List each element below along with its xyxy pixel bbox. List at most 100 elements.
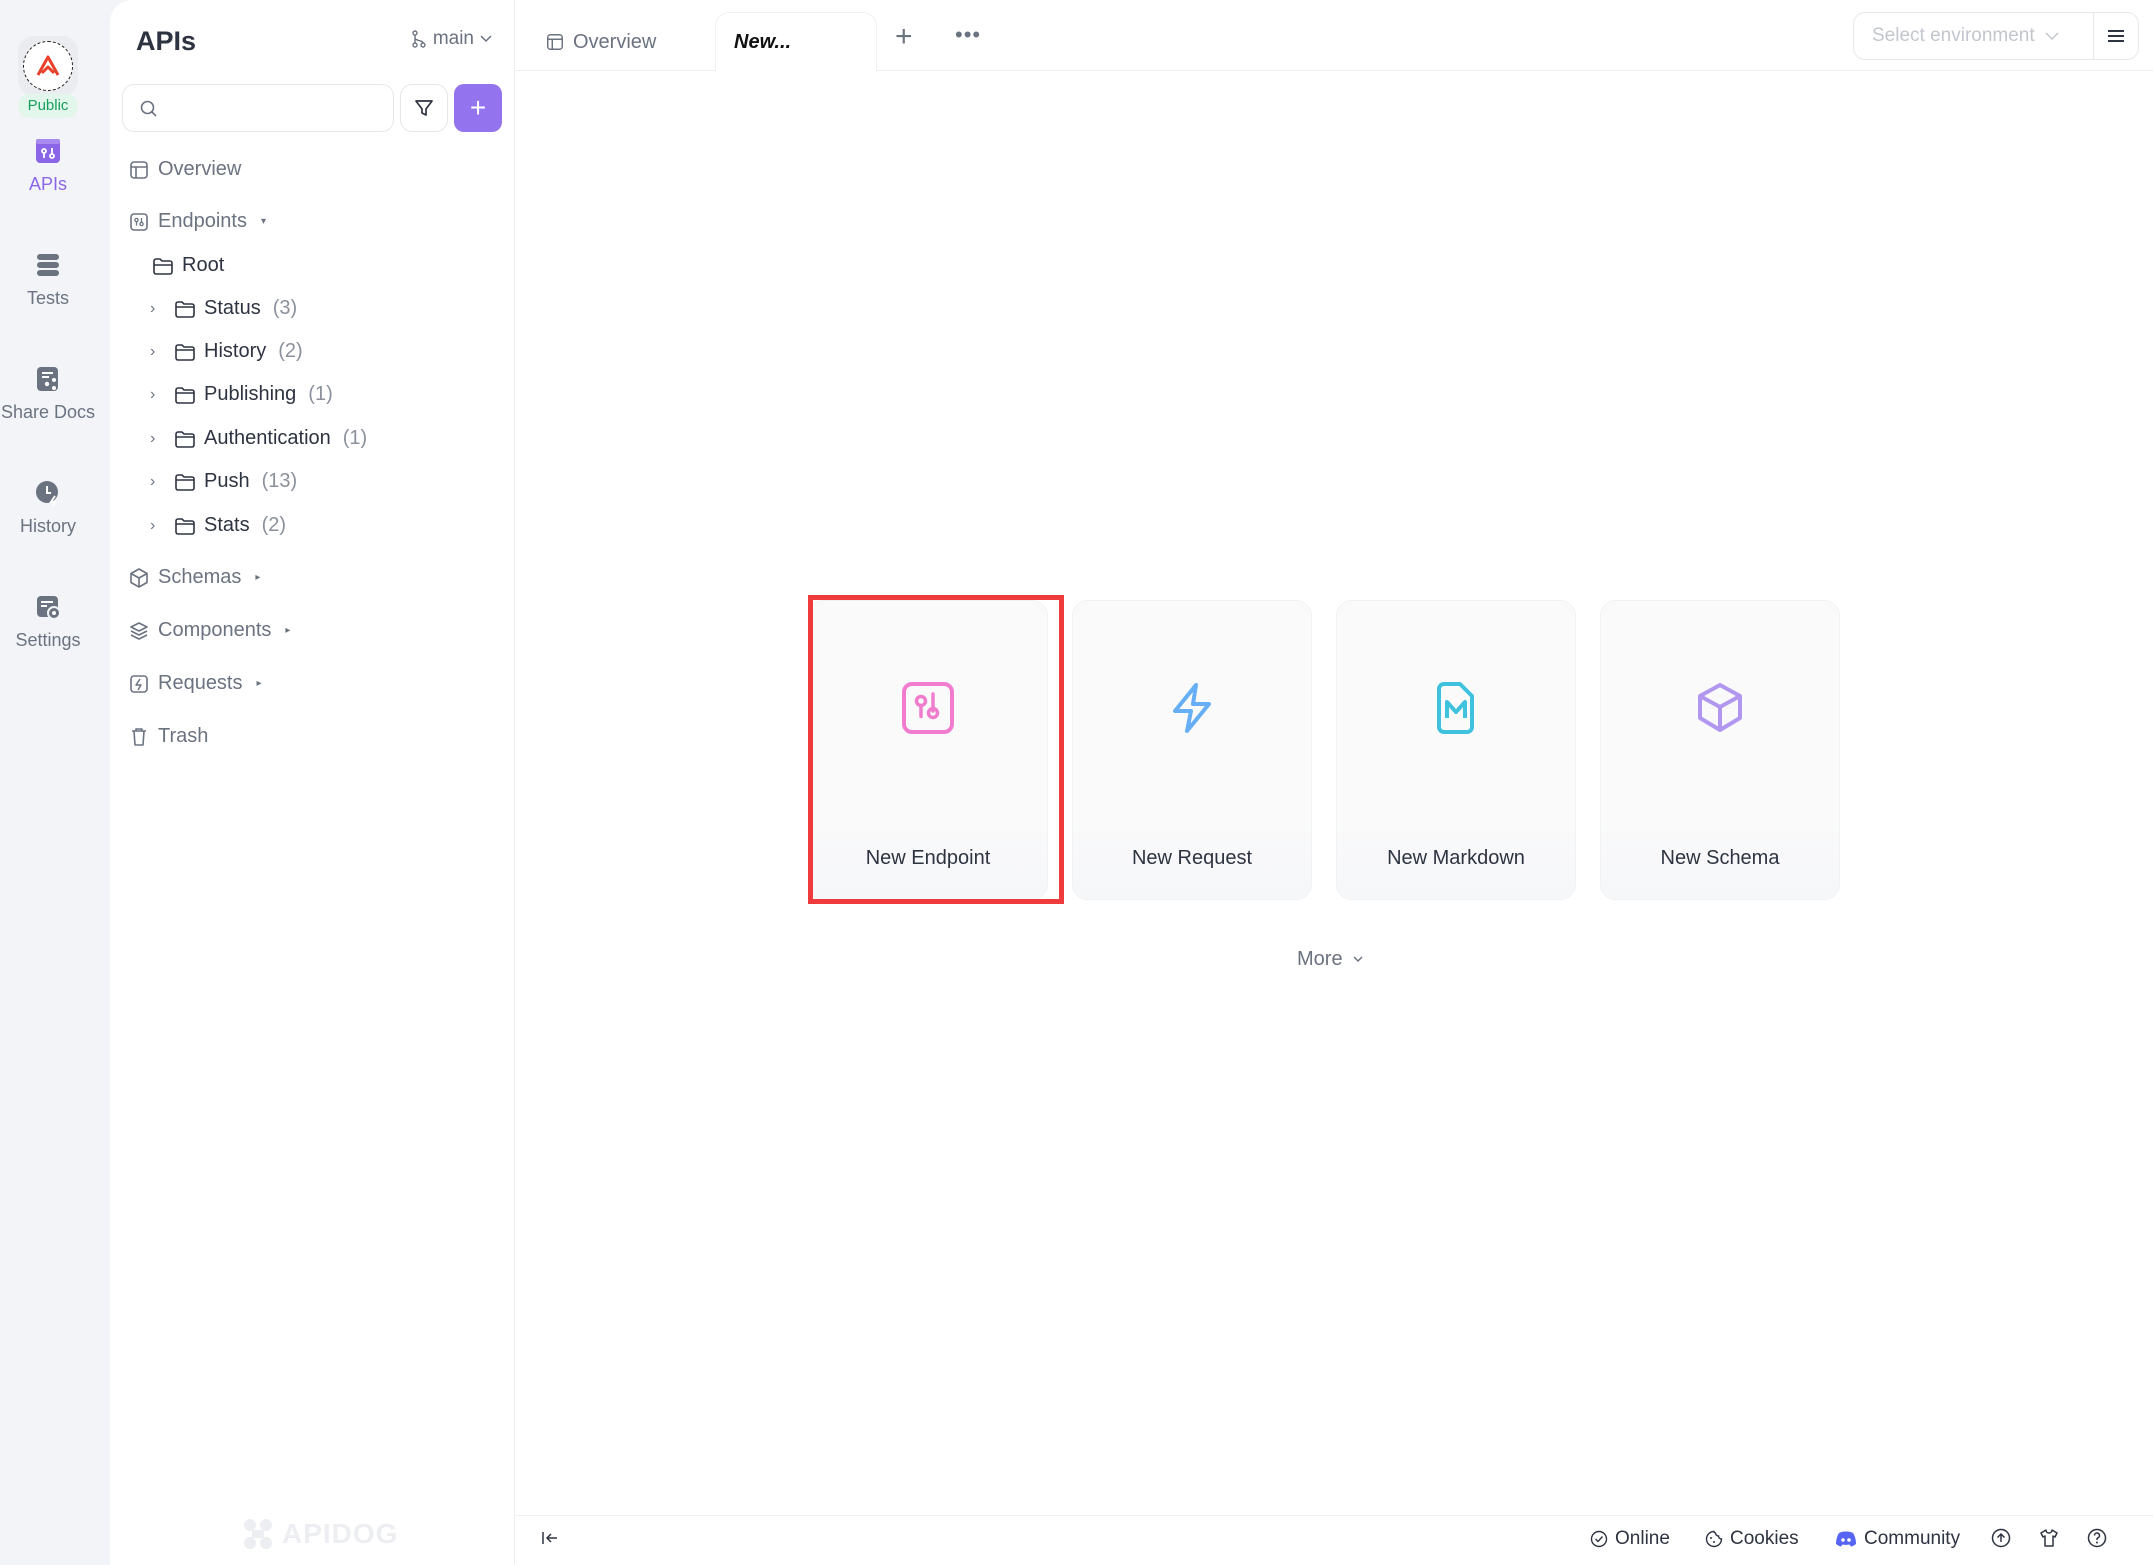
caret-right-icon: ▸ xyxy=(256,678,262,689)
branch-icon xyxy=(412,30,426,48)
discord-icon xyxy=(1836,1531,1856,1547)
community-link[interactable]: Community xyxy=(1835,1528,1960,1550)
folder-name: Status xyxy=(204,297,261,319)
endpoints-icon xyxy=(130,212,148,231)
tab-overview[interactable]: Overview xyxy=(545,12,656,72)
help-icon xyxy=(2087,1528,2107,1548)
folder-item[interactable]: › Status (3) xyxy=(150,297,297,320)
caret-down-icon: ▾ xyxy=(260,216,266,227)
nav-endpoints[interactable]: Endpoints ▾ xyxy=(128,210,266,233)
sidebar-title: APIs xyxy=(136,26,197,56)
nav-requests[interactable]: Requests ▸ xyxy=(128,672,262,695)
new-markdown-card[interactable]: New Markdown xyxy=(1336,600,1576,900)
trash-icon xyxy=(132,727,146,746)
chevron-right-icon[interactable]: › xyxy=(150,430,166,448)
nav-label: Trash xyxy=(158,725,209,747)
new-schema-card[interactable]: New Schema xyxy=(1600,600,1840,900)
folder-item[interactable]: › Authentication (1) xyxy=(150,427,367,450)
folder-icon xyxy=(175,430,195,448)
branch-selector[interactable]: main xyxy=(411,28,492,50)
folder-item[interactable]: › Push (13) xyxy=(150,470,297,493)
apidog-logo-icon xyxy=(244,1519,272,1549)
environment-menu-button[interactable] xyxy=(2093,12,2139,60)
tab-label: Overview xyxy=(573,30,657,53)
more-button[interactable]: More xyxy=(1297,948,1363,971)
folder-icon xyxy=(175,386,195,404)
community-label: Community xyxy=(1864,1528,1961,1549)
nav-components[interactable]: Components ▸ xyxy=(128,619,290,642)
help-button[interactable] xyxy=(2087,1528,2107,1548)
nav-label: Requests xyxy=(158,672,243,694)
quick-create-cards: New Endpoint New Request New Markdown Ne… xyxy=(808,600,1840,900)
chevron-right-icon[interactable]: › xyxy=(150,343,166,361)
search-box[interactable] xyxy=(122,84,394,132)
folder-item[interactable]: › History (2) xyxy=(150,340,303,363)
folder-item[interactable]: › Stats (2) xyxy=(150,514,286,537)
caret-right-icon: ▸ xyxy=(255,572,261,583)
environment-placeholder: Select environment xyxy=(1872,25,2035,46)
environment-select[interactable]: Select environment xyxy=(1853,12,2093,60)
folder-item[interactable]: › Publishing (1) xyxy=(150,383,333,406)
folder-name: Push xyxy=(204,470,250,492)
nav-schemas[interactable]: Schemas ▸ xyxy=(128,566,260,589)
check-circle-icon xyxy=(1590,1530,1608,1548)
chevron-down-icon xyxy=(480,35,492,43)
rail-item-history[interactable]: History xyxy=(0,478,96,537)
tab-bar: Overview New... + ••• Select environment xyxy=(515,0,2153,72)
rail-item-share-docs[interactable]: Share Docs xyxy=(0,364,96,423)
arrow-up-circle-icon xyxy=(1991,1528,2011,1548)
nav-label: Schemas xyxy=(158,566,242,588)
card-label: New Endpoint xyxy=(865,847,991,869)
search-input[interactable] xyxy=(167,93,387,123)
overview-icon xyxy=(547,34,563,50)
chevron-right-icon[interactable]: › xyxy=(150,300,166,318)
more-tabs-button[interactable]: ••• xyxy=(955,22,981,48)
card-label: New Markdown xyxy=(1387,847,1525,869)
filter-button[interactable] xyxy=(400,84,448,132)
rail-item-label: APIs xyxy=(28,174,67,194)
new-tab-button[interactable]: + xyxy=(895,22,913,52)
rail-item-settings[interactable]: Settings xyxy=(0,592,96,651)
shirt-icon xyxy=(2040,1529,2058,1547)
folder-count: (1) xyxy=(308,383,333,405)
cookies-button[interactable]: Cookies xyxy=(1705,1528,1799,1550)
folder-icon xyxy=(175,473,195,491)
nav-trash[interactable]: Trash xyxy=(128,725,208,748)
caret-right-icon: ▸ xyxy=(285,625,291,636)
history-icon xyxy=(36,481,58,507)
folder-name: Authentication xyxy=(204,427,331,449)
upgrade-button[interactable] xyxy=(1991,1528,2011,1548)
tab-label: New... xyxy=(734,30,792,53)
rail-item-tests[interactable]: Tests xyxy=(0,250,96,309)
public-badge: Public xyxy=(18,94,78,118)
chevron-right-icon[interactable]: › xyxy=(150,517,166,535)
schemas-icon xyxy=(130,567,148,588)
search-icon xyxy=(140,100,157,117)
folder-name: Publishing xyxy=(204,383,297,405)
rail-item-label: Share Docs xyxy=(0,402,96,422)
share-docs-icon xyxy=(37,367,58,391)
new-endpoint-card[interactable]: New Endpoint xyxy=(808,600,1048,900)
project-logo[interactable] xyxy=(18,36,78,96)
tab-new[interactable]: New... xyxy=(715,12,877,72)
nav-overview[interactable]: Overview xyxy=(128,158,241,181)
add-button[interactable]: + xyxy=(454,84,502,132)
collapse-sidebar-button[interactable] xyxy=(541,1530,559,1551)
rail-item-apis[interactable]: APIs xyxy=(0,136,96,195)
new-request-card[interactable]: New Request xyxy=(1072,600,1312,900)
components-icon xyxy=(130,621,148,640)
folder-count: (13) xyxy=(261,470,298,492)
online-status[interactable]: Online xyxy=(1590,1528,1670,1550)
chevron-right-icon[interactable]: › xyxy=(150,386,166,404)
card-label: New Schema xyxy=(1660,847,1780,869)
folder-count: (1) xyxy=(342,427,368,449)
chevron-right-icon[interactable]: › xyxy=(150,473,166,491)
tree-root[interactable]: Root xyxy=(152,254,224,277)
collapse-left-icon xyxy=(542,1532,557,1544)
logo-icon xyxy=(23,41,73,91)
nav-label: Overview xyxy=(158,158,242,180)
card-label: New Request xyxy=(1131,847,1253,869)
lightning-icon xyxy=(1173,683,1211,733)
theme-button[interactable] xyxy=(2039,1528,2059,1548)
tests-icon xyxy=(37,254,59,276)
